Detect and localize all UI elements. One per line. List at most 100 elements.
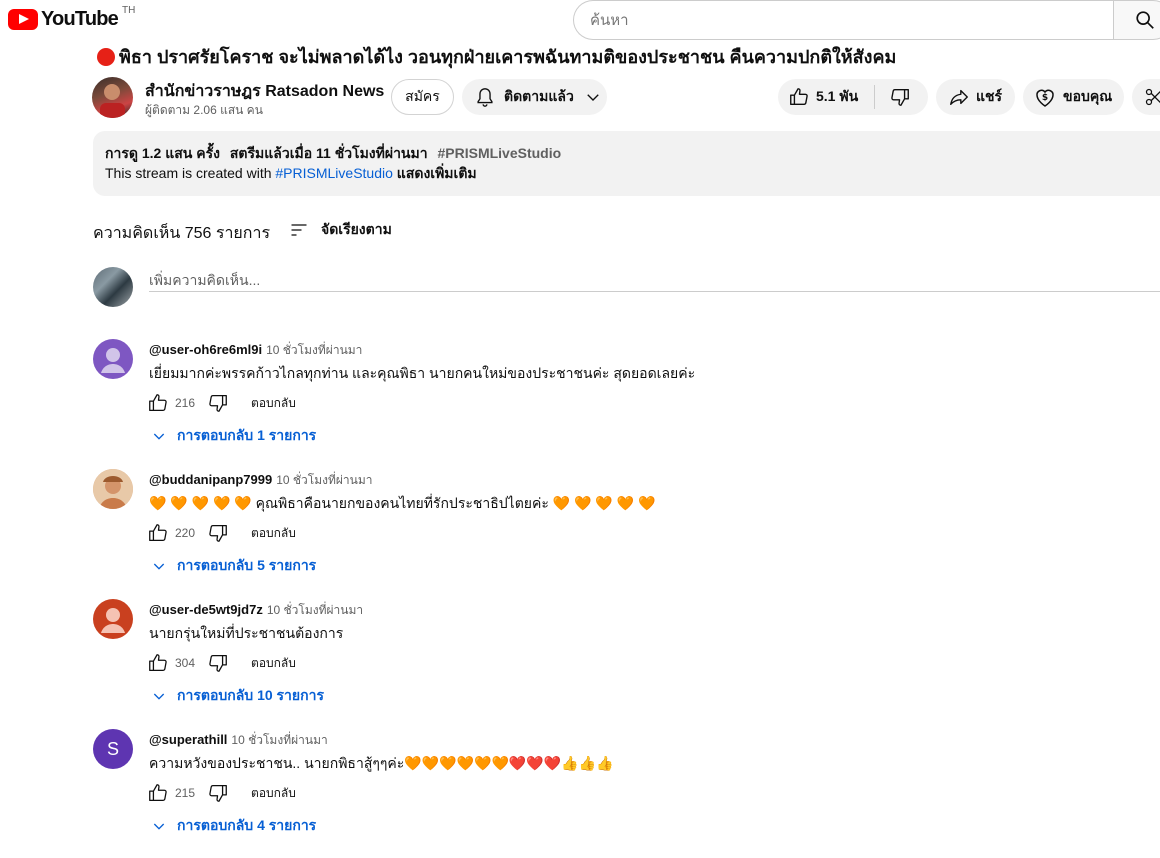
comment-author[interactable]: @user-oh6re6ml9i [149, 342, 262, 357]
view-replies-button[interactable]: การตอบกลับ 10 รายการ [151, 685, 324, 707]
comment-header: @superathill 10 ชั่วโมงที่ผ่านมา [149, 731, 328, 750]
chevron-down-icon [584, 88, 602, 106]
search-button[interactable] [1113, 0, 1160, 40]
comment-actions: 220 ตอบกลับ [147, 522, 296, 544]
dislike-icon[interactable] [207, 782, 229, 804]
thanks-label: ขอบคุณ [1063, 88, 1113, 104]
reply-button[interactable]: ตอบกลับ [251, 654, 296, 673]
comment-text: 🧡 🧡 🧡 🧡 🧡 คุณพิธาคือนายกของคนไทยที่รักปร… [149, 495, 656, 511]
reply-button[interactable]: ตอบกลับ [251, 524, 296, 543]
search-icon [1134, 9, 1156, 31]
like-count: 304 [175, 656, 196, 670]
like-count: 215 [175, 786, 196, 800]
like-divider [874, 85, 876, 109]
replies-label: การตอบกลับ 4 รายการ [177, 817, 317, 833]
dislike-icon[interactable] [889, 86, 911, 108]
comment-count: ความคิดเห็น 756 รายการ [93, 225, 271, 242]
comment-text: เยี่ยมมากค่ะพรรคก้าวไกลทุกท่าน และคุณพิธ… [149, 365, 696, 381]
comment-thread: S @superathill 10 ชั่วโมงที่ผ่านมา ความหว… [93, 729, 1093, 839]
bell-icon [474, 86, 496, 108]
reply-button[interactable]: ตอบกลับ [251, 394, 296, 413]
live-icon [97, 47, 115, 66]
share-button[interactable]: แชร์ [936, 79, 1015, 115]
like-dislike-group: 5.1 พัน [778, 79, 928, 115]
description-text: This stream is created with [105, 165, 276, 181]
hashtag[interactable]: #PRISMLiveStudio [437, 145, 561, 161]
description-meta: การดู 1.2 แสน ครั้ง สตรีมแล้วเมื่อ 11 ชั… [105, 143, 1160, 163]
comment-actions: 216 ตอบกลับ [147, 392, 296, 414]
share-icon [948, 86, 970, 108]
commenter-avatar[interactable] [93, 339, 133, 379]
comment-header: @buddanipanp7999 10 ชั่วโมงที่ผ่านมา [149, 471, 373, 490]
comment-actions: 304 ตอบกลับ [147, 652, 296, 674]
subscribed-button[interactable]: ติดตามแล้ว [462, 79, 607, 115]
replies-label: การตอบกลับ 1 รายการ [177, 427, 317, 443]
comment-thread: @user-oh6re6ml9i 10 ชั่วโมงที่ผ่านมา เยี่… [93, 339, 1093, 449]
logo-text: YouTube [41, 8, 119, 30]
like-icon[interactable] [147, 392, 169, 414]
comment-author[interactable]: @buddanipanp7999 [149, 472, 272, 487]
join-button[interactable]: สมัคร [391, 79, 454, 115]
comment-author[interactable]: @superathill [149, 732, 227, 747]
commenter-avatar[interactable]: S [93, 729, 133, 769]
sort-button[interactable]: จัดเรียงตาม [289, 219, 392, 241]
user-avatar [93, 267, 133, 307]
video-title-text: พิธา ปราศรัยโคราช จะไม่พลาดได้ไง วอนทุกฝ… [119, 47, 897, 67]
comment-thread: @buddanipanp7999 10 ชั่วโมงที่ผ่านมา 🧡 🧡 … [93, 469, 1093, 579]
like-count[interactable]: 5.1 พัน [816, 86, 858, 108]
dislike-icon[interactable] [207, 652, 229, 674]
dislike-icon[interactable] [207, 522, 229, 544]
like-icon[interactable] [147, 782, 169, 804]
clip-button[interactable] [1132, 79, 1160, 115]
svg-text:$: $ [1042, 93, 1048, 103]
description-box[interactable]: การดู 1.2 แสน ครั้ง สตรีมแล้วเมื่อ 11 ชั… [93, 131, 1160, 196]
comment-actions: 215 ตอบกลับ [147, 782, 296, 804]
sort-label: จัดเรียงตาม [321, 221, 392, 237]
description-body: This stream is created with #PRISMLiveSt… [105, 163, 1160, 183]
like-count: 216 [175, 396, 196, 410]
commenter-avatar[interactable] [93, 599, 133, 639]
heart-dollar-icon: $ [1033, 85, 1057, 109]
stream-time: สตรีมแล้วเมื่อ 11 ชั่วโมงที่ผ่านมา [229, 145, 428, 161]
comment-text: ความหวังของประชาชน.. นายกพิธาสู้ๆๆค่ะ🧡🧡🧡… [149, 755, 614, 771]
dislike-icon[interactable] [207, 392, 229, 414]
like-count: 220 [175, 526, 196, 540]
chevron-down-icon [151, 688, 167, 704]
youtube-play-icon [8, 9, 38, 30]
comment-time[interactable]: 10 ชั่วโมงที่ผ่านมา [266, 343, 362, 357]
like-icon[interactable] [788, 86, 810, 108]
like-icon[interactable] [147, 652, 169, 674]
reply-button[interactable]: ตอบกลับ [251, 784, 296, 803]
replies-label: การตอบกลับ 10 รายการ [177, 687, 324, 703]
comment-time[interactable]: 10 ชั่วโมงที่ผ่านมา [231, 733, 327, 747]
share-label: แชร์ [976, 88, 1003, 104]
subscribed-label: ติดตามแล้ว [504, 88, 574, 104]
avatar-letter: S [106, 738, 119, 759]
search-input[interactable] [590, 11, 1114, 29]
search-box[interactable] [573, 0, 1114, 40]
view-replies-button[interactable]: การตอบกลับ 5 รายการ [151, 555, 316, 577]
channel-avatar[interactable] [92, 77, 133, 118]
subscriber-count: ผู้ติดตาม 2.06 แสน คน [145, 103, 263, 117]
like-icon[interactable] [147, 522, 169, 544]
comment-author[interactable]: @user-de5wt9jd7z [149, 602, 263, 617]
scissors-icon [1144, 87, 1160, 107]
view-replies-button[interactable]: การตอบกลับ 1 รายการ [151, 425, 316, 447]
comment-header: @user-de5wt9jd7z 10 ชั่วโมงที่ผ่านมา [149, 601, 363, 620]
description-hashtag-link[interactable]: #PRISMLiveStudio [275, 165, 393, 181]
chevron-down-icon [151, 818, 167, 834]
replies-label: การตอบกลับ 5 รายการ [177, 557, 317, 573]
chevron-down-icon [151, 558, 167, 574]
sort-icon [289, 220, 309, 240]
add-comment-input[interactable] [149, 268, 1160, 292]
youtube-logo[interactable]: YouTube TH [8, 5, 135, 32]
comment-time[interactable]: 10 ชั่วโมงที่ผ่านมา [267, 603, 363, 617]
commenter-avatar[interactable] [93, 469, 133, 509]
comment-time[interactable]: 10 ชั่วโมงที่ผ่านมา [276, 473, 372, 487]
video-title: พิธา ปราศรัยโคราช จะไม่พลาดได้ไง วอนทุกฝ… [97, 42, 896, 71]
show-more-link[interactable]: แสดงเพิ่มเติม [393, 165, 477, 181]
view-replies-button[interactable]: การตอบกลับ 4 รายการ [151, 815, 316, 837]
view-count: การดู 1.2 แสน ครั้ง [105, 145, 220, 161]
thanks-button[interactable]: $ ขอบคุณ [1023, 79, 1124, 115]
comment-text: นายกรุ่นใหม่ที่ประชาชนต้องการ [149, 625, 344, 641]
